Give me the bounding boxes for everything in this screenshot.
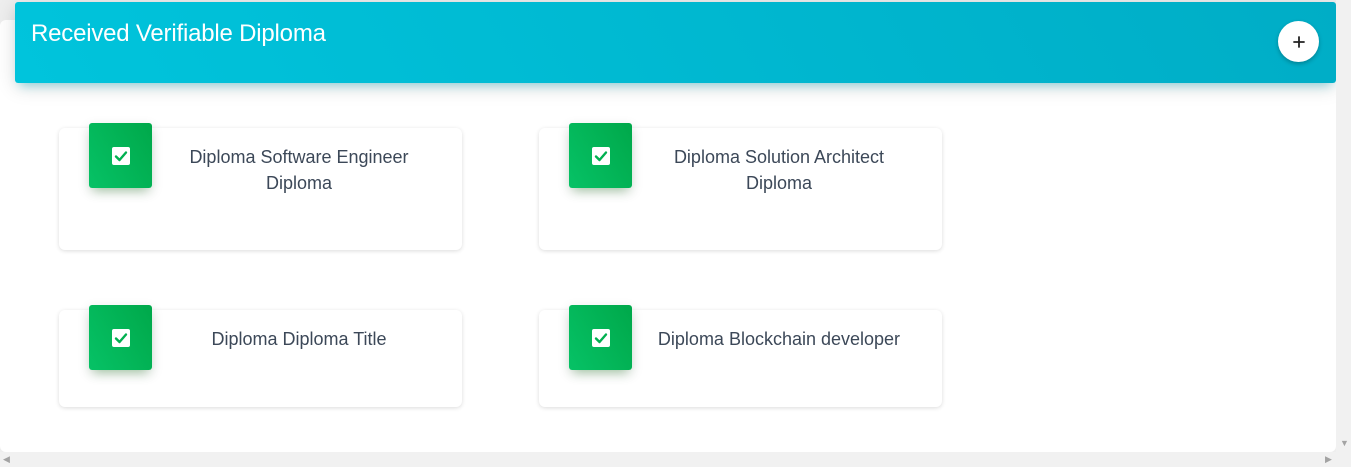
diploma-title: Diploma Blockchain developer [657, 329, 901, 349]
diploma-status-badge [89, 305, 152, 370]
diploma-card-software-engineer[interactable]: Diploma Software Engineer Diploma [59, 123, 462, 250]
diploma-card-solution-architect[interactable]: Diploma Solution Architect Diploma [539, 123, 942, 250]
plus-icon [1292, 35, 1305, 48]
checkbox-checked-icon [111, 328, 130, 347]
diploma-status-badge [569, 305, 632, 370]
page: Received Verifiable Diploma Diploma Soft… [0, 0, 1351, 467]
horizontal-scrollbar[interactable]: ◀ ▶ [0, 452, 1351, 467]
add-diploma-button[interactable] [1278, 21, 1319, 62]
diploma-card-blockchain-developer[interactable]: Diploma Blockchain developer [539, 305, 942, 407]
checkbox-checked-icon [591, 146, 610, 165]
diploma-status-badge [569, 123, 632, 188]
scroll-right-arrow-icon[interactable]: ▶ [1325, 455, 1332, 464]
diploma-card-diploma-title[interactable]: Diploma Diploma Title [59, 305, 462, 407]
diploma-title: Diploma Solution Architect Diploma [673, 147, 885, 193]
scroll-down-arrow-icon[interactable]: ▼ [1340, 439, 1349, 448]
page-title: Received Verifiable Diploma [31, 20, 326, 47]
scroll-left-arrow-icon[interactable]: ◀ [3, 455, 10, 464]
diploma-status-badge [89, 123, 152, 188]
checkbox-checked-icon [591, 328, 610, 347]
checkbox-checked-icon [111, 146, 130, 165]
card-header: Received Verifiable Diploma [15, 2, 1336, 83]
diploma-title: Diploma Diploma Title [211, 329, 387, 349]
vertical-scrollbar[interactable]: ▼ [1336, 0, 1351, 452]
diploma-title: Diploma Software Engineer Diploma [189, 147, 409, 193]
